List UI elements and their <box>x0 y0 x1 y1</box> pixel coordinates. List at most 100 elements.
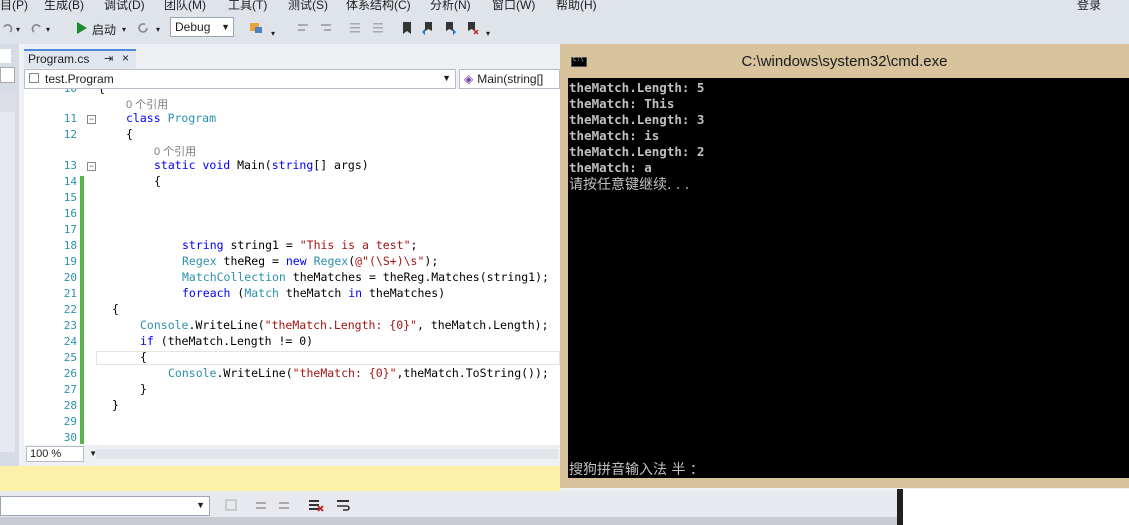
console-line: theMatch: This <box>569 96 675 111</box>
refresh-dropdown-icon[interactable]: ▾ <box>156 25 160 34</box>
output-source-select[interactable]: ▼ <box>0 496 210 516</box>
config-select[interactable]: Debug ▼ <box>170 17 234 37</box>
clear-all-icon[interactable] <box>308 497 324 513</box>
left-panel-body <box>0 92 15 452</box>
chevron-down-icon: ▼ <box>442 73 451 83</box>
bottom-horizontal-scrollbar[interactable] <box>0 517 897 525</box>
tab-label: Program.cs <box>28 52 90 66</box>
left-dropdown[interactable] <box>0 67 15 83</box>
menu-project[interactable]: 目(P) <box>0 0 28 12</box>
undo-icon[interactable] <box>0 21 14 35</box>
start-button[interactable]: 启动 <box>92 21 116 38</box>
find-message-icon[interactable] <box>224 498 238 512</box>
menu-tools[interactable]: 工具(T) <box>228 0 267 12</box>
menu-debug[interactable]: 调试(D) <box>104 0 145 12</box>
console-output[interactable]: theMatch.Length: 5 theMatch: This theMat… <box>568 78 1129 478</box>
right-panel <box>897 489 1129 525</box>
menu-bar: 目(P) 生成(B) 调试(D) 团队(M) 工具(T) 测试(S) 体系结构(… <box>0 0 1129 12</box>
code-line: { <box>140 350 147 364</box>
zoom-select[interactable]: 100 % ▼ <box>26 446 97 462</box>
console-title-bar[interactable]: C:\windows\system32\cmd.exe <box>560 44 1129 77</box>
console-line: theMatch.Length: 2 <box>569 144 705 159</box>
prev-bookmark-icon[interactable] <box>421 21 435 35</box>
collapse-icon[interactable]: − <box>87 162 96 171</box>
line-number: 27 <box>63 383 77 396</box>
class-icon <box>29 73 39 83</box>
line-number: 21 <box>63 287 77 300</box>
console-line: theMatch.Length: 3 <box>569 112 705 127</box>
start-icon[interactable] <box>74 21 88 35</box>
code-line: class Program <box>126 111 217 125</box>
login-link[interactable]: 登录 <box>1077 0 1101 12</box>
horizontal-scrollbar[interactable] <box>96 449 558 459</box>
zoom-value: 100 % <box>30 448 62 460</box>
uncomment-icon[interactable] <box>371 21 385 35</box>
toolbar: ▾ ▾ 启动 ▾ ▾ Debug ▼ ▾ ▾ <box>0 12 1129 44</box>
codelens-references[interactable]: 0 个引用 <box>154 143 196 159</box>
change-tracking-bar <box>80 176 84 444</box>
collapse-icon[interactable]: − <box>87 115 96 124</box>
code-line: { <box>112 302 119 316</box>
menu-window[interactable]: 窗口(W) <box>492 0 535 12</box>
line-number: 30 <box>63 431 77 444</box>
chevron-down-icon: ▼ <box>196 500 205 510</box>
code-editor[interactable]: 10 11 12 13 14 15 16 17 18 19 20 21 22 2… <box>24 89 560 445</box>
toolbar-overflow-icon[interactable]: ▾ <box>486 29 490 38</box>
menu-architecture[interactable]: 体系结构(C) <box>346 0 411 12</box>
left-tool-strip <box>0 44 19 466</box>
line-number: 18 <box>63 239 77 252</box>
next-message-icon[interactable] <box>277 498 291 512</box>
left-close-icon[interactable] <box>0 49 11 63</box>
prev-message-icon[interactable] <box>254 498 268 512</box>
clear-bookmarks-icon[interactable] <box>465 21 479 35</box>
bookmark-icon[interactable] <box>400 21 414 35</box>
console-line: theMatch.Length: 5 <box>569 80 705 95</box>
line-number: 20 <box>63 271 77 284</box>
line-number: 15 <box>63 191 77 204</box>
line-number: 26 <box>63 367 77 380</box>
menu-team[interactable]: 团队(M) <box>164 0 206 12</box>
redo-dropdown-icon[interactable]: ▾ <box>46 25 50 34</box>
line-number: 11 <box>63 112 77 125</box>
chevron-down-icon: ▼ <box>221 22 230 32</box>
type-navigation-dropdown[interactable]: test.Program ▼ <box>24 69 456 89</box>
pin-icon[interactable]: ⇥ <box>104 52 113 65</box>
menu-build[interactable]: 生成(B) <box>44 0 84 12</box>
line-number: 19 <box>63 255 77 268</box>
menu-test[interactable]: 测试(S) <box>288 0 328 12</box>
overflow-icon[interactable]: ▾ <box>271 29 275 38</box>
comment-icon[interactable] <box>348 21 362 35</box>
info-bar <box>0 466 560 491</box>
redo-icon[interactable] <box>30 21 44 35</box>
line-number: 17 <box>63 223 77 236</box>
console-title: C:\windows\system32\cmd.exe <box>741 53 948 70</box>
code-line: Console.WriteLine("theMatch: {0}",theMat… <box>168 366 549 380</box>
align-right-icon[interactable] <box>319 21 333 35</box>
align-left-icon[interactable] <box>296 21 310 35</box>
next-bookmark-icon[interactable] <box>443 21 457 35</box>
start-dropdown-icon[interactable]: ▾ <box>122 25 126 34</box>
code-line: Regex theReg = new Regex(@"(\S+)\s"); <box>182 254 439 268</box>
code-line: static void Main(string[] args) <box>154 158 369 172</box>
line-number: 14 <box>63 175 77 188</box>
line-number: 16 <box>63 207 77 220</box>
console-window[interactable]: C:\windows\system32\cmd.exe theMatch.Len… <box>560 44 1129 488</box>
code-line: { <box>154 174 161 188</box>
word-wrap-icon[interactable] <box>336 497 352 513</box>
find-icon[interactable] <box>249 21 263 35</box>
member-navigation-dropdown[interactable]: ◈ Main(string[] <box>459 69 560 89</box>
close-icon[interactable]: × <box>122 51 129 65</box>
tab-program-cs[interactable]: Program.cs ⇥ × <box>24 49 136 68</box>
line-number: 13 <box>63 159 77 172</box>
console-prompt: 请按任意键继续. . . <box>569 177 690 193</box>
menu-analyze[interactable]: 分析(N) <box>430 0 471 12</box>
menu-help[interactable]: 帮助(H) <box>556 0 597 12</box>
line-number: 28 <box>63 399 77 412</box>
code-line: { <box>98 89 105 95</box>
method-icon: ◈ <box>464 72 474 86</box>
bottom-tool-panel: ▼ <box>0 491 897 525</box>
undo-dropdown-icon[interactable]: ▾ <box>16 25 20 34</box>
refresh-icon[interactable] <box>136 21 150 35</box>
console-line: theMatch: a <box>569 160 652 175</box>
codelens-references[interactable]: 0 个引用 <box>126 96 168 112</box>
